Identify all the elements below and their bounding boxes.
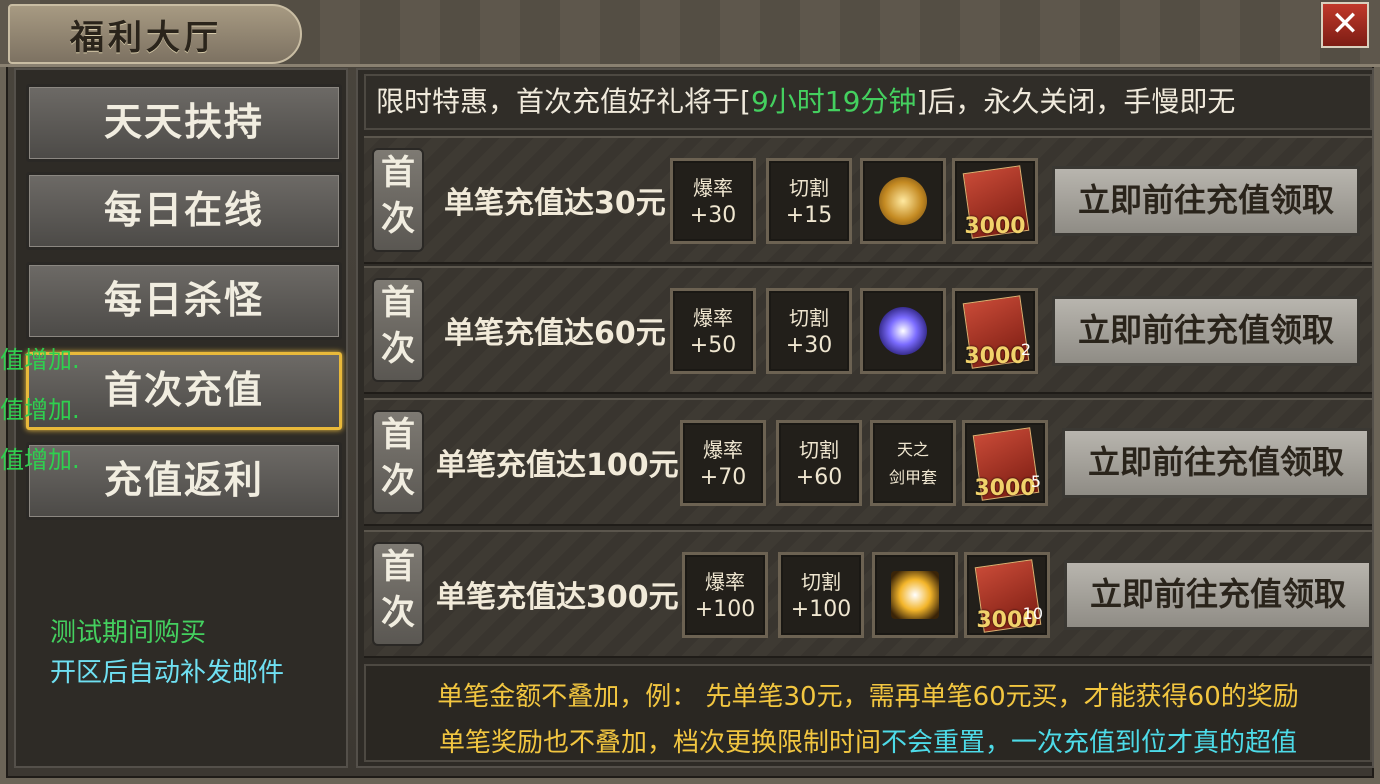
notice-auto-mail: 开区后自动补发邮件	[50, 658, 285, 688]
item-name: 爆率	[693, 176, 733, 200]
book-count: 10	[1022, 604, 1043, 623]
item-name: 切割	[789, 306, 829, 330]
reward-row: 首次 单笔充值达100元 爆率 +70 切割 +60 天之 剑甲套 3000 5…	[364, 398, 1372, 526]
go-recharge-button[interactable]: 立即前往充值领取	[1064, 560, 1372, 630]
countdown-timer: 9小时19分钟	[750, 85, 917, 118]
crown-icon[interactable]	[860, 158, 946, 244]
title-bar: 福利大厅 ✕	[0, 0, 1380, 67]
go-recharge-button[interactable]: 立即前往充值领取	[1052, 166, 1360, 236]
banner-suffix: ]后，永久关闭，手慢即无	[916, 85, 1236, 118]
drop-rate-item[interactable]: 爆率 +50	[670, 288, 756, 374]
go-recharge-button[interactable]: 立即前往充值领取	[1062, 428, 1370, 498]
book-count: 2	[1020, 340, 1031, 359]
gold-book-item[interactable]: 3000 2	[952, 288, 1038, 374]
gold-book-item[interactable]: 3000 10	[964, 552, 1050, 638]
cutting-item[interactable]: 切割 +30	[766, 288, 852, 374]
banner-prefix: 限时特惠，首次充值好礼将于[	[376, 85, 751, 118]
rule-line-2: 单笔奖励也不叠加，档次更换限制时间不会重置，一次充值到位才真的超值	[366, 722, 1370, 759]
rules-footer: 单笔金额不叠加，例： 先单笔30元，需再单笔60元买，才能获得60的奖励 单笔奖…	[364, 664, 1372, 762]
item-name: 天之	[896, 440, 929, 459]
nav-item-daily-kill[interactable]: 每日杀怪	[26, 262, 342, 340]
drop-rate-item[interactable]: 爆率 +100	[682, 552, 768, 638]
close-button[interactable]: ✕	[1321, 2, 1369, 48]
row-label: 单笔充值达300元	[436, 580, 679, 615]
row-label: 单笔充值达100元	[436, 448, 679, 483]
orb-icon[interactable]	[860, 288, 946, 374]
item-value: +30	[689, 203, 737, 228]
crown-gem	[879, 177, 927, 225]
go-recharge-button[interactable]: 立即前往充值领取	[1052, 296, 1360, 366]
item-name: 切割	[801, 570, 841, 594]
nav-item-daily-support[interactable]: 天天扶持	[26, 84, 342, 162]
nav-item-daily-online[interactable]: 每日在线	[26, 172, 342, 250]
item-value: +30	[785, 333, 833, 358]
overlay-text: 值增加.	[0, 396, 80, 424]
item-name: 爆率	[705, 570, 745, 594]
notice-test-purchase: 测试期间购买	[50, 618, 207, 648]
row-label: 单笔充值达30元	[444, 186, 666, 221]
reward-row: 首次 单笔充值达300元 爆率 +100 切割 +100 3000 10 立即前…	[364, 530, 1372, 658]
book-amount: 3000	[964, 214, 1026, 239]
cutting-item[interactable]: 切割 +100	[778, 552, 864, 638]
gold-book-item[interactable]: 3000 5	[962, 420, 1048, 506]
rule-line-2-a: 单笔奖励也不叠加，档次更换限制时间	[438, 728, 881, 758]
rule-line-2-b: 不会重置	[880, 728, 985, 758]
drop-rate-item[interactable]: 爆率 +70	[680, 420, 766, 506]
first-badge: 首次	[372, 542, 424, 646]
book-count: 5	[1030, 472, 1041, 491]
reward-row: 首次 单笔充值达30元 爆率 +30 切割 +15 3000 立即前往充值领取	[364, 136, 1372, 264]
item-value: +60	[795, 465, 843, 490]
glow-box	[891, 571, 939, 619]
item-value: +50	[689, 333, 737, 358]
reward-row: 首次 单笔充值达60元 爆率 +50 切割 +30 3000 2 立即前往充值领…	[364, 266, 1372, 394]
item-name: 切割	[799, 438, 839, 462]
rule-line-2-c: ，一次充值到位才真的超值	[985, 728, 1298, 758]
item-value: +15	[785, 203, 833, 228]
first-badge: 首次	[372, 278, 424, 382]
first-badge: 首次	[372, 148, 424, 252]
item-value: +100	[790, 597, 852, 622]
cutting-item[interactable]: 切割 +15	[766, 158, 852, 244]
item-name: 切割	[789, 176, 829, 200]
window-title: 福利大厅	[70, 18, 222, 58]
armor-set-item[interactable]: 天之 剑甲套	[870, 420, 956, 506]
limited-offer-banner: 限时特惠，首次充值好礼将于[9小时19分钟]后，永久关闭，手慢即无	[364, 74, 1372, 130]
glow-box-icon[interactable]	[872, 552, 958, 638]
orb-gem	[879, 307, 927, 355]
item-name: 爆率	[703, 438, 743, 462]
overlay-text: 值增加.	[0, 346, 80, 374]
overlay-text: 值增加.	[0, 446, 80, 474]
item-name: 爆率	[693, 306, 733, 330]
cutting-item[interactable]: 切割 +60	[776, 420, 862, 506]
first-badge: 首次	[372, 410, 424, 514]
rule-line-1: 单笔金额不叠加，例： 先单笔30元，需再单笔60元买，才能获得60的奖励	[437, 682, 1299, 712]
gold-book-item[interactable]: 3000	[952, 158, 1038, 244]
row-label: 单笔充值达60元	[444, 316, 666, 351]
item-name: 剑甲套	[888, 468, 937, 487]
item-value: +100	[694, 597, 756, 622]
drop-rate-item[interactable]: 爆率 +30	[670, 158, 756, 244]
item-value: +70	[699, 465, 747, 490]
